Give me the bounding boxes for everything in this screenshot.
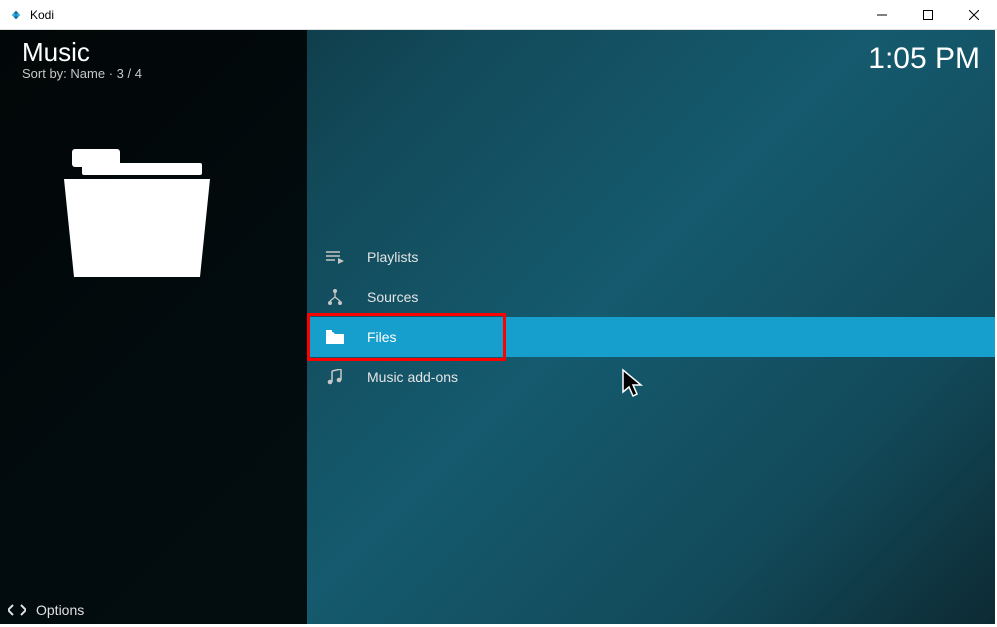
options-bar[interactable]: Options (0, 596, 307, 624)
sources-icon (325, 288, 345, 306)
menu-item-playlists[interactable]: Playlists (307, 237, 995, 277)
menu-item-sources[interactable]: Sources (307, 277, 995, 317)
maximize-button[interactable] (905, 0, 951, 30)
window-controls (859, 0, 997, 29)
menu-item-files[interactable]: Files (307, 317, 995, 357)
sort-info: Sort by: Name · 3 / 4 (22, 66, 142, 81)
section-title: Music (22, 37, 142, 68)
section-header: Music Sort by: Name · 3 / 4 (22, 37, 142, 81)
menu-item-music-addons[interactable]: Music add-ons (307, 357, 995, 397)
menu-item-label: Music add-ons (367, 369, 458, 385)
options-label: Options (36, 602, 84, 618)
playlist-icon (325, 250, 345, 264)
folder-icon (325, 330, 345, 344)
minimize-button[interactable] (859, 0, 905, 30)
options-icon (8, 603, 26, 617)
music-addons-icon (325, 369, 345, 385)
large-folder-icon (62, 145, 212, 285)
menu-item-label: Files (367, 329, 397, 345)
menu-item-label: Sources (367, 289, 418, 305)
left-panel: Music Sort by: Name · 3 / 4 Options (0, 30, 307, 624)
clock: 1:05 PM (868, 42, 980, 76)
close-button[interactable] (951, 0, 997, 30)
window-title: Kodi (30, 8, 859, 22)
menu-list: Playlists Sources (307, 237, 995, 397)
menu-item-label: Playlists (367, 249, 418, 265)
window-titlebar: Kodi (0, 0, 997, 30)
kodi-logo-icon (8, 7, 24, 23)
kodi-app: Music Sort by: Name · 3 / 4 Options 1:05… (0, 30, 995, 624)
